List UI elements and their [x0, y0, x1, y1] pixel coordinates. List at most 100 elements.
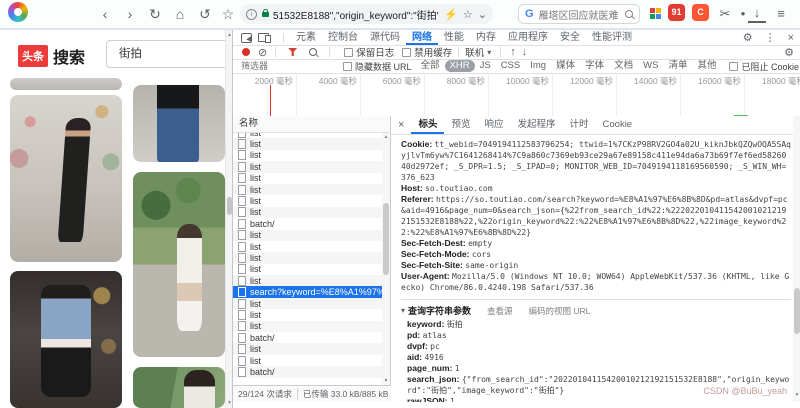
list-scrollbar-thumb[interactable]: [383, 203, 389, 275]
request-row[interactable]: list: [233, 275, 390, 286]
settings-gear-icon[interactable]: ⚙: [737, 31, 759, 44]
detail-scroll-down-icon[interactable]: ▼: [793, 392, 800, 398]
bookmark-star-icon[interactable]: ☆: [218, 0, 238, 28]
device-toolbar-icon[interactable]: [258, 33, 269, 42]
undo-icon[interactable]: ↺: [195, 0, 215, 28]
filter-pill[interactable]: 清单: [663, 60, 692, 72]
filter-pill[interactable]: 字体: [580, 60, 609, 72]
info-icon[interactable]: i: [246, 9, 257, 20]
photo-denim-jacket[interactable]: [10, 271, 122, 408]
devtools-tab[interactable]: 网络: [406, 30, 438, 45]
detail-tab[interactable]: 计时: [563, 116, 596, 134]
list-scroll-down-icon[interactable]: ▼: [382, 378, 390, 384]
detail-tab[interactable]: 预览: [444, 116, 477, 134]
devtools-tab[interactable]: 控制台: [322, 30, 364, 45]
quick-search-text[interactable]: 雁塔区回应就医难: [539, 7, 625, 22]
request-row[interactable]: list: [233, 173, 390, 184]
request-row[interactable]: list: [233, 207, 390, 218]
throttling-select[interactable]: 联机: [465, 45, 484, 59]
request-row[interactable]: list: [233, 138, 390, 149]
photo-partial-strip[interactable]: [10, 78, 122, 90]
detail-scrollbar-thumb[interactable]: [794, 288, 800, 334]
devtools-tab[interactable]: 性能评测: [586, 30, 638, 45]
preserve-log-checkbox[interactable]: [344, 48, 353, 57]
filter-pill[interactable]: 文档: [609, 60, 638, 72]
request-row[interactable]: list: [233, 264, 390, 275]
request-row[interactable]: list: [233, 230, 390, 241]
network-search-icon[interactable]: [309, 48, 317, 56]
request-row[interactable]: list: [233, 252, 390, 263]
url-bar[interactable]: i 51532E8188","origin_keyword":"街拍","ima…: [240, 4, 493, 24]
bolt-icon[interactable]: ⚡: [444, 8, 458, 21]
chevron-down-icon[interactable]: ⌄: [478, 8, 487, 21]
request-row[interactable]: list: [233, 355, 390, 366]
back-icon[interactable]: ‹: [95, 0, 115, 28]
record-icon[interactable]: [242, 48, 250, 56]
filter-input[interactable]: [239, 60, 335, 72]
close-devtools-icon[interactable]: ×: [782, 32, 800, 44]
devtools-tab[interactable]: 内存: [470, 30, 502, 45]
detail-scrollbar[interactable]: ▼: [793, 116, 800, 402]
request-row[interactable]: list: [233, 161, 390, 172]
request-list-scrollbar[interactable]: ▲ ▼: [382, 133, 390, 385]
detail-tab[interactable]: 标头: [411, 116, 444, 134]
extension-csdn-icon[interactable]: C: [692, 4, 709, 21]
page-scrollbar[interactable]: ▲ ▼: [225, 30, 232, 408]
page-search-input[interactable]: 街拍: [106, 40, 225, 68]
reload-icon[interactable]: ↻: [145, 0, 165, 28]
filter-pill[interactable]: 全部: [416, 60, 445, 72]
clear-icon[interactable]: ⊘: [256, 46, 269, 59]
inspect-element-icon[interactable]: [241, 33, 252, 43]
request-row[interactable]: list: [233, 321, 390, 332]
home-icon[interactable]: ⌂: [170, 0, 190, 28]
export-har-icon[interactable]: ↓: [519, 46, 531, 58]
download-icon[interactable]: ↓: [748, 3, 766, 23]
detail-tab[interactable]: 发起程序: [510, 116, 562, 134]
filter-pill[interactable]: Img: [525, 60, 551, 72]
toutiao-logo[interactable]: 头条 搜索: [18, 44, 85, 68]
request-row[interactable]: list: [233, 298, 390, 309]
forward-icon[interactable]: ›: [120, 0, 140, 28]
devtools-tab[interactable]: 应用程序: [502, 30, 554, 45]
detail-tab[interactable]: 响应: [477, 116, 510, 134]
devtools-tab[interactable]: 元素: [290, 30, 322, 45]
menu-icon[interactable]: ≡: [772, 0, 790, 28]
hide-data-urls-checkbox[interactable]: [343, 62, 352, 71]
section-caret-icon[interactable]: ▾: [401, 306, 408, 315]
request-row[interactable]: list: [233, 195, 390, 206]
apps-grid-icon[interactable]: [650, 8, 661, 19]
request-row[interactable]: batch/: [233, 332, 390, 343]
request-row[interactable]: list: [233, 343, 390, 354]
view-url-encoded-link[interactable]: 编码的视图 URL: [529, 305, 591, 317]
throttling-caret-icon[interactable]: ▾: [484, 48, 494, 57]
view-source-link[interactable]: 查看源: [487, 305, 513, 317]
network-overview-timeline[interactable]: 2000 毫秒4000 毫秒6000 毫秒8000 毫秒10000 毫秒1200…: [233, 73, 800, 117]
import-har-icon[interactable]: ↑: [507, 46, 519, 58]
request-row[interactable]: batch/: [233, 366, 390, 377]
devtools-tab[interactable]: 性能: [438, 30, 470, 45]
request-row-selected[interactable]: search?keyword=%E8%A1%97%E6%8B%8D&pd=atl…: [233, 286, 390, 297]
name-column-header[interactable]: 名称: [239, 118, 258, 129]
request-row[interactable]: list: [233, 150, 390, 161]
request-row[interactable]: list: [233, 184, 390, 195]
filter-pill[interactable]: JS: [475, 60, 496, 72]
filter-pill[interactable]: 媒体: [551, 60, 580, 72]
extension-91-icon[interactable]: 91: [668, 4, 685, 21]
detail-tab[interactable]: Cookie: [596, 116, 640, 134]
list-scroll-up-icon[interactable]: ▲: [382, 134, 390, 140]
photo-white-blouse[interactable]: [133, 172, 225, 357]
scissors-icon[interactable]: ✂: [716, 0, 734, 28]
network-settings-gear-icon[interactable]: ⚙: [778, 46, 800, 59]
request-row[interactable]: list: [233, 241, 390, 252]
request-list-header[interactable]: 名称: [233, 116, 391, 133]
devtools-tab[interactable]: 安全: [554, 30, 586, 45]
photo-street-black-dress[interactable]: [10, 95, 122, 262]
blocked-cookies-checkbox[interactable]: [729, 62, 738, 71]
disable-cache-checkbox[interactable]: [402, 48, 411, 57]
filter-pill[interactable]: CSS: [496, 60, 526, 72]
photo-greenery[interactable]: [133, 367, 225, 408]
filter-pill[interactable]: XHR: [445, 60, 475, 72]
request-row[interactable]: batch/: [233, 218, 390, 229]
detail-close-icon[interactable]: ×: [391, 119, 411, 131]
filter-funnel-icon[interactable]: [288, 48, 297, 56]
